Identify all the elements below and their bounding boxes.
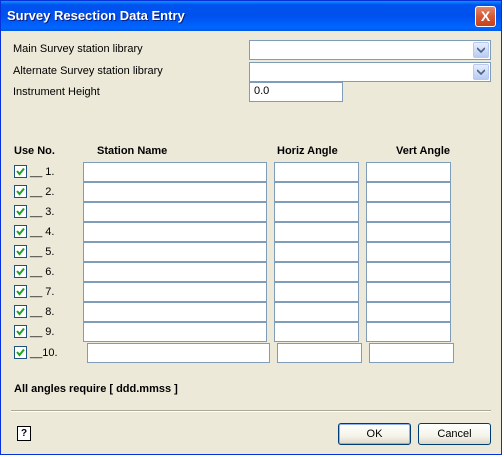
- vert-angle-input[interactable]: [366, 302, 451, 322]
- station-name-input[interactable]: [83, 262, 267, 282]
- table-row: __ 6.: [1, 262, 501, 282]
- horiz-angle-input[interactable]: [274, 242, 359, 262]
- use-checkbox[interactable]: [14, 305, 27, 318]
- checkmark-icon: [16, 187, 25, 196]
- row-number: __ 1.: [30, 166, 55, 178]
- station-name-input[interactable]: [83, 302, 267, 322]
- use-checkbox[interactable]: [14, 225, 27, 238]
- checkmark-icon: [16, 287, 25, 296]
- row-number: __ 9.: [30, 326, 55, 338]
- vert-angle-header: Vert Angle: [396, 145, 450, 157]
- use-checkbox[interactable]: [14, 205, 27, 218]
- use-checkbox[interactable]: [14, 165, 27, 178]
- horiz-angle-input[interactable]: [274, 282, 359, 302]
- instrument-height-label: Instrument Height: [13, 86, 100, 98]
- dialog-window: Survey Resection Data Entry X Main Surve…: [0, 0, 502, 455]
- alt-library-select[interactable]: [249, 62, 491, 82]
- table-row: __ 3.: [1, 202, 501, 222]
- table-row: __ 5.: [1, 242, 501, 262]
- row-number: __ 8.: [30, 306, 55, 318]
- table-row: __10.: [1, 343, 501, 363]
- divider: [11, 410, 491, 412]
- main-library-select[interactable]: [249, 40, 491, 60]
- ok-button[interactable]: OK: [338, 423, 411, 445]
- angle-format-note: All angles require [ ddd.mmss ]: [14, 383, 178, 395]
- vert-angle-input[interactable]: [366, 202, 451, 222]
- chevron-down-icon[interactable]: [473, 64, 489, 80]
- use-no-header: Use No.: [14, 145, 55, 157]
- station-name-input[interactable]: [83, 222, 267, 242]
- row-number: __ 2.: [30, 186, 55, 198]
- row-number: __ 6.: [30, 266, 55, 278]
- vert-angle-input[interactable]: [366, 262, 451, 282]
- vert-angle-input[interactable]: [366, 282, 451, 302]
- use-checkbox[interactable]: [14, 185, 27, 198]
- use-checkbox[interactable]: [14, 325, 27, 338]
- row-number: __ 5.: [30, 246, 55, 258]
- cancel-button[interactable]: Cancel: [418, 423, 491, 445]
- horiz-angle-input[interactable]: [274, 162, 359, 182]
- table-row: __ 2.: [1, 182, 501, 202]
- checkmark-icon: [16, 207, 25, 216]
- title-bar[interactable]: Survey Resection Data Entry X: [1, 1, 501, 31]
- checkmark-icon: [16, 247, 25, 256]
- help-question-icon[interactable]: ?: [17, 426, 31, 441]
- horiz-angle-input[interactable]: [274, 322, 359, 342]
- row-number: __ 3.: [30, 206, 55, 218]
- table-row: __ 7.: [1, 282, 501, 302]
- alt-library-label: Alternate Survey station library: [13, 65, 163, 77]
- table-row: __ 1.: [1, 162, 501, 182]
- horiz-angle-input[interactable]: [274, 262, 359, 282]
- table-row: __ 4.: [1, 222, 501, 242]
- station-name-input[interactable]: [83, 202, 267, 222]
- checkmark-icon: [16, 267, 25, 276]
- horiz-angle-input[interactable]: [274, 182, 359, 202]
- horiz-angle-input[interactable]: [277, 343, 362, 363]
- horiz-angle-input[interactable]: [274, 202, 359, 222]
- table-row: __ 9.: [1, 322, 501, 342]
- chevron-down-icon[interactable]: [473, 42, 489, 58]
- row-number: __10.: [30, 347, 58, 359]
- vert-angle-input[interactable]: [366, 182, 451, 202]
- horiz-angle-input[interactable]: [274, 222, 359, 242]
- horiz-angle-header: Horiz Angle: [277, 145, 338, 157]
- vert-angle-input[interactable]: [369, 343, 454, 363]
- instrument-height-input[interactable]: 0.0: [249, 82, 343, 102]
- checkmark-icon: [16, 307, 25, 316]
- vert-angle-input[interactable]: [366, 222, 451, 242]
- checkmark-icon: [16, 327, 25, 336]
- use-checkbox[interactable]: [14, 285, 27, 298]
- station-name-input[interactable]: [83, 282, 267, 302]
- table-row: __ 8.: [1, 302, 501, 322]
- close-button[interactable]: X: [475, 6, 496, 27]
- checkmark-icon: [16, 227, 25, 236]
- vert-angle-input[interactable]: [366, 322, 451, 342]
- horiz-angle-input[interactable]: [274, 302, 359, 322]
- vert-angle-input[interactable]: [366, 242, 451, 262]
- station-name-input[interactable]: [87, 343, 270, 363]
- use-checkbox[interactable]: [14, 346, 27, 359]
- station-name-input[interactable]: [83, 322, 267, 342]
- window-title: Survey Resection Data Entry: [7, 8, 185, 23]
- station-name-input[interactable]: [83, 242, 267, 262]
- use-checkbox[interactable]: [14, 265, 27, 278]
- row-number: __ 4.: [30, 226, 55, 238]
- station-name-input[interactable]: [83, 162, 267, 182]
- checkmark-icon: [16, 167, 25, 176]
- checkmark-icon: [16, 348, 25, 357]
- station-name-input[interactable]: [83, 182, 267, 202]
- main-library-label: Main Survey station library: [13, 43, 143, 55]
- station-name-header: Station Name: [97, 145, 168, 157]
- close-icon: X: [480, 8, 491, 24]
- use-checkbox[interactable]: [14, 245, 27, 258]
- vert-angle-input[interactable]: [366, 162, 451, 182]
- row-number: __ 7.: [30, 286, 55, 298]
